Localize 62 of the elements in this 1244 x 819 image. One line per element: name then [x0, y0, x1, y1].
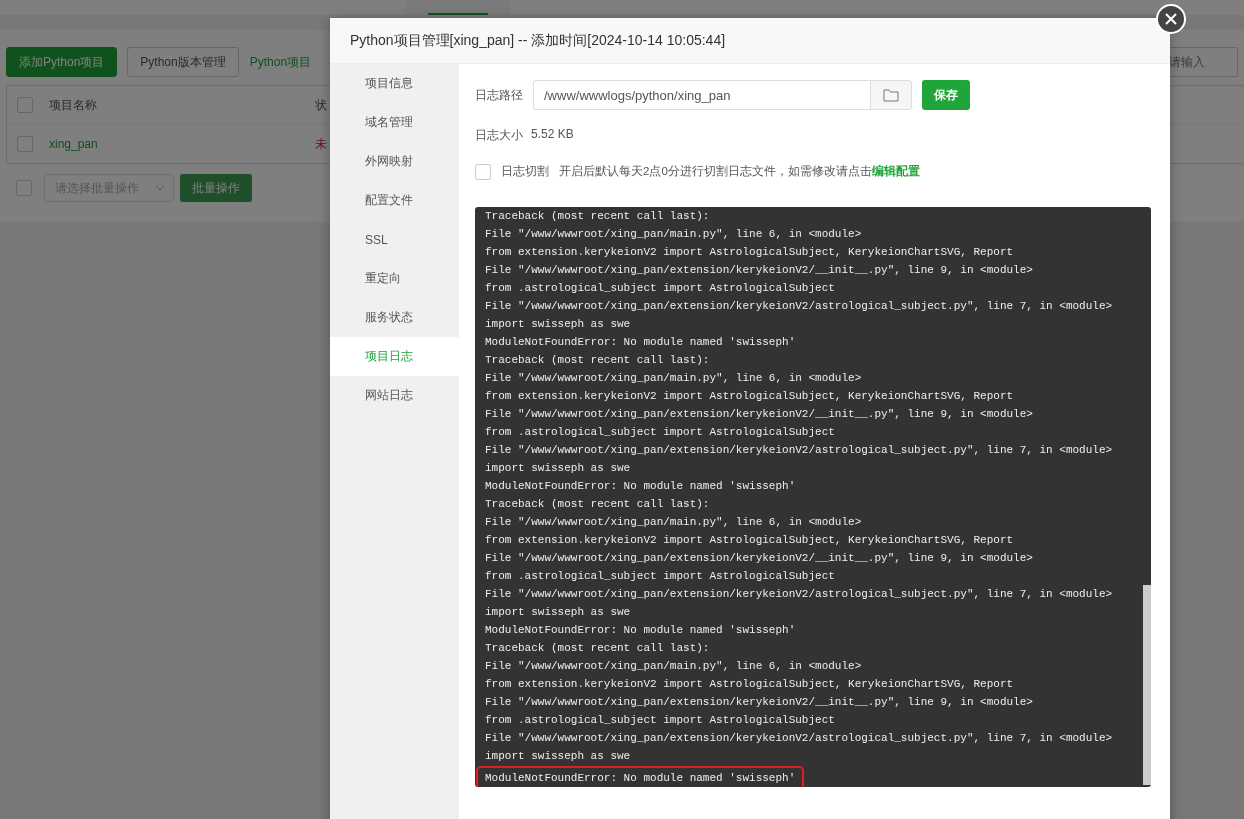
log-line: File "/www/wwwroot/xing_pan/extension/kerykeionV2/astrological_subject.py", line 7, in <module>: [485, 587, 1114, 602]
scrollbar-thumb[interactable]: [1143, 585, 1151, 785]
status-text: 未: [315, 135, 328, 153]
folder-button[interactable]: [870, 80, 912, 110]
chevron-down-icon: [155, 185, 165, 191]
log-line: Traceback (most recent call last):: [485, 209, 711, 224]
rotate-checkbox[interactable]: [475, 163, 491, 180]
log-line: from extension.kerykeionV2 import AstrologicalSubject, KerykeionChartSVG, Report: [485, 677, 1015, 692]
log-line: Traceback (most recent call last):: [485, 497, 711, 512]
log-line: File "/www/wwwroot/xing_pan/extension/kerykeionV2/astrological_subject.py", line 7, in <module>: [485, 731, 1114, 746]
log-line: File "/www/wwwroot/xing_pan/extension/kerykeionV2/__init__.py", line 9, in <module>: [485, 551, 1034, 566]
path-field[interactable]: /www/wwwlogs/python/xing_pan: [533, 80, 870, 110]
column-header: 状: [315, 96, 328, 114]
log-line: from .astrological_subject import AstrologicalSubject: [485, 281, 836, 296]
checkbox-label: 日志切割: [501, 163, 549, 180]
log-line: File "/www/wwwroot/xing_pan/extension/kerykeionV2/__init__.py", line 9, in <module>: [485, 407, 1034, 422]
sidebar-item[interactable]: 外网映射: [330, 142, 459, 181]
sidebar-item[interactable]: SSL: [330, 220, 459, 259]
log-line: from extension.kerykeionV2 import AstrologicalSubject, KerykeionChartSVG, Report: [485, 389, 1015, 404]
dialog-title: Python项目管理[xing_pan] -- 添加时间[2024-10-14 10:05:44]: [330, 18, 1170, 64]
log-line: File "/www/wwwroot/xing_pan/main.py", line 6, in <module>: [485, 515, 863, 530]
column-header: 项目名称: [49, 96, 98, 114]
select-all-checkbox[interactable]: [17, 97, 33, 113]
log-line: ModuleNotFoundError: No module named 'swisseph': [479, 769, 802, 787]
log-line: ModuleNotFoundError: No module named 'swisseph': [485, 479, 797, 494]
sidebar-item[interactable]: 项目日志: [330, 337, 459, 376]
log-line: from extension.kerykeionV2 import AstrologicalSubject, KerykeionChartSVG, Report: [485, 245, 1015, 260]
sidebar-item[interactable]: 域名管理: [330, 103, 459, 142]
log-line: File "/www/wwwroot/xing_pan/extension/kerykeionV2/__init__.py", line 9, in <module>: [485, 695, 1034, 710]
sidebar-item[interactable]: 网站日志: [330, 376, 459, 415]
log-line: from extension.kerykeionV2 import AstrologicalSubject, KerykeionChartSVG, Report: [485, 533, 1015, 548]
log-line: import swisseph as swe: [485, 749, 632, 764]
log-line: from .astrological_subject import AstrologicalSubject: [485, 425, 836, 440]
log-line: File "/www/wwwroot/xing_pan/extension/kerykeionV2/astrological_subject.py", line 7, in <module>: [485, 299, 1114, 314]
log-line: File "/www/wwwroot/xing_pan/extension/kerykeionV2/astrological_subject.py", line 7, in <module>: [485, 443, 1114, 458]
log-line: import swisseph as swe: [485, 461, 632, 476]
log-line: from .astrological_subject import AstrologicalSubject: [485, 713, 836, 728]
sidebar-item[interactable]: 项目信息: [330, 64, 459, 103]
log-line: File "/www/wwwroot/xing_pan/main.py", line 6, in <module>: [485, 227, 863, 242]
log-line: import swisseph as swe: [485, 605, 632, 620]
log-line: import swisseph as swe: [485, 317, 632, 332]
nav-tab[interactable]: [405, 0, 510, 15]
field-label: 日志大小: [475, 127, 523, 144]
log-line: Traceback (most recent call last):: [485, 641, 711, 656]
log-line: File "/www/wwwroot/xing_pan/extension/kerykeionV2/__init__.py", line 9, in <module>: [485, 263, 1034, 278]
sidebar-item[interactable]: 配置文件: [330, 181, 459, 220]
toolbar-button[interactable]: Python版本管理: [127, 47, 239, 77]
close-icon: [1164, 12, 1178, 26]
row-checkbox[interactable]: [17, 136, 33, 152]
rotate-description: 开启后默认每天2点0分进行切割日志文件，如需修改请点击编辑配置: [559, 164, 920, 179]
folder-icon: [883, 88, 899, 102]
log-line: ModuleNotFoundError: No module named 'swisseph': [485, 623, 797, 638]
log-line: ModuleNotFoundError: No module named 'swisseph': [485, 335, 797, 350]
sidebar-item[interactable]: 服务状态: [330, 298, 459, 337]
log-line: File "/www/wwwroot/xing_pan/main.py", line 6, in <module>: [485, 371, 863, 386]
log-line: Traceback (most recent call last):: [485, 353, 711, 368]
log-size: 5.52 KB: [531, 127, 574, 143]
log-line: File "/www/wwwroot/xing_pan/main.py", line 6, in <module>: [485, 659, 863, 674]
field-label: 日志路径: [475, 86, 523, 104]
bulk-checkbox[interactable]: [16, 180, 32, 196]
sidebar-item[interactable]: 重定向: [330, 259, 459, 298]
log-line: from .astrological_subject import AstrologicalSubject: [485, 569, 836, 584]
